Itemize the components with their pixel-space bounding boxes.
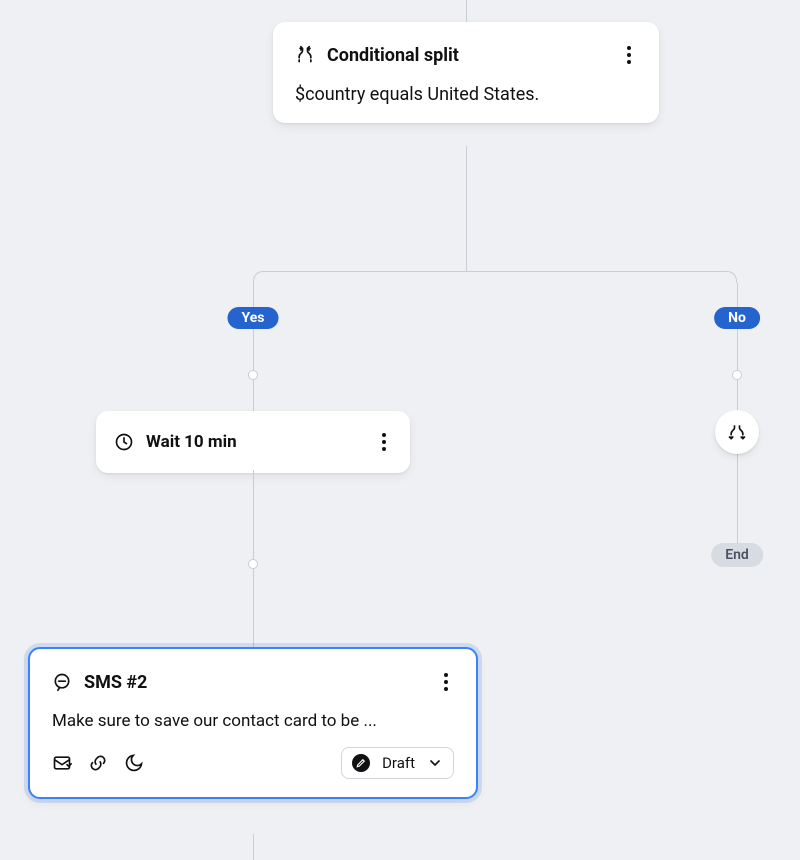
sms-preview: Make sure to save our contact card to be… bbox=[52, 711, 454, 731]
kebab-icon bbox=[627, 46, 631, 64]
connector bbox=[265, 271, 725, 272]
sms-title: SMS #2 bbox=[84, 672, 147, 693]
wait-card[interactable]: Wait 10 min bbox=[96, 411, 410, 473]
clock-icon bbox=[114, 432, 134, 452]
pencil-circle-icon bbox=[352, 754, 370, 772]
status-value: Draft bbox=[382, 754, 415, 772]
conditional-split-condition: $country equals United States. bbox=[295, 84, 637, 105]
kebab-icon bbox=[444, 673, 448, 691]
kebab-icon bbox=[382, 433, 386, 451]
connector bbox=[466, 0, 467, 22]
connector-corner bbox=[725, 271, 737, 283]
status-select[interactable]: Draft bbox=[341, 747, 454, 779]
link-icon bbox=[88, 753, 108, 773]
conditional-split-title: Conditional split bbox=[327, 45, 459, 66]
add-step-node[interactable] bbox=[248, 559, 258, 569]
quiet-hours-icon bbox=[124, 753, 144, 773]
wait-title: Wait 10 min bbox=[146, 432, 237, 452]
sms-icon bbox=[52, 672, 72, 692]
connector-corner bbox=[253, 271, 265, 283]
contact-card-icon bbox=[52, 753, 72, 773]
more-options-button[interactable] bbox=[376, 427, 392, 457]
branch-label-no: No bbox=[714, 307, 760, 329]
sms-card[interactable]: SMS #2 Make sure to save our contact car… bbox=[28, 647, 478, 799]
flow-canvas: Conditional split $country equals United… bbox=[0, 0, 800, 860]
split-icon bbox=[727, 422, 747, 442]
add-step-node[interactable] bbox=[248, 370, 258, 380]
chevron-down-icon bbox=[427, 755, 443, 771]
add-step-node[interactable] bbox=[732, 370, 742, 380]
connector bbox=[253, 834, 254, 860]
connector bbox=[466, 146, 467, 271]
split-icon bbox=[295, 45, 315, 65]
branch-label-yes: Yes bbox=[228, 307, 279, 329]
connector bbox=[253, 283, 254, 423]
more-options-button[interactable] bbox=[438, 667, 454, 697]
conditional-split-card[interactable]: Conditional split $country equals United… bbox=[273, 22, 659, 123]
end-node: End bbox=[711, 543, 763, 567]
more-options-button[interactable] bbox=[621, 40, 637, 70]
split-branch-node[interactable] bbox=[715, 410, 759, 454]
